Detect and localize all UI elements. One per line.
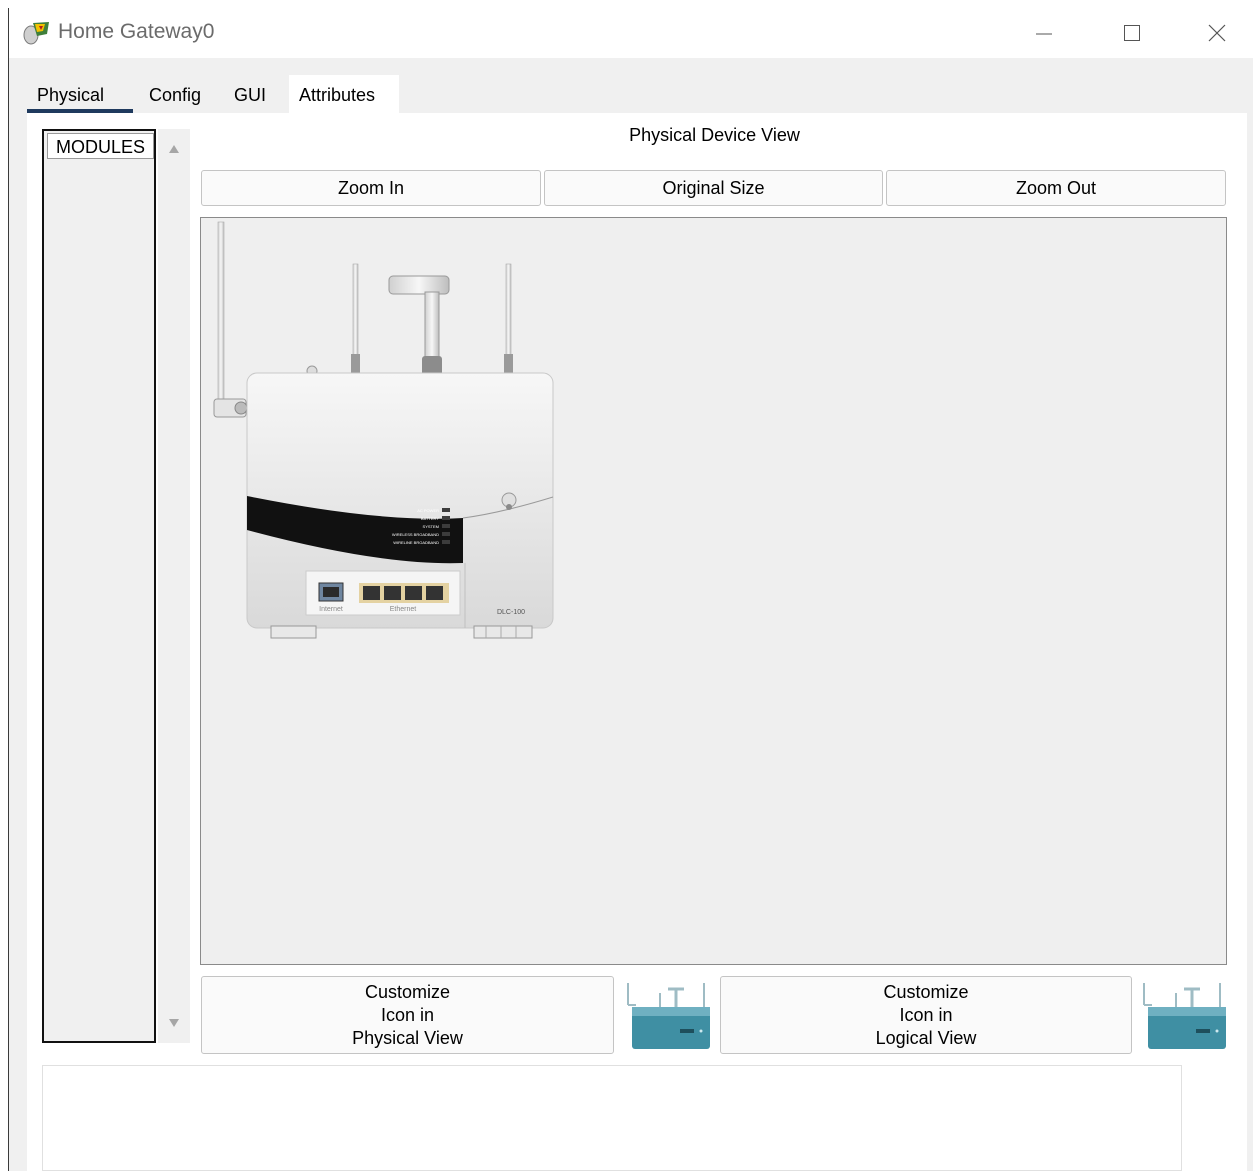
customize-physical-line1: Customize <box>364 981 451 1002</box>
home-gateway-icon <box>1143 983 1226 1049</box>
home-gateway-icon <box>627 983 710 1049</box>
zoom-out-button[interactable]: Zoom Out <box>886 170 1226 206</box>
modules-button[interactable]: MODULES <box>47 133 154 159</box>
home-gateway-device-image: AC POWER BATTERY SYSTEM WIRELESS BROADBA… <box>213 221 554 639</box>
triangle-down-icon <box>169 1019 179 1027</box>
modules-list[interactable]: MODULES <box>42 129 156 1043</box>
minimize-icon <box>1036 33 1052 35</box>
customize-physical-line2: Icon in <box>380 1004 435 1025</box>
scroll-down-button[interactable] <box>166 1015 182 1031</box>
original-size-button[interactable]: Original Size <box>544 170 883 206</box>
led-label: WIRELESS BROADBAND <box>392 532 439 537</box>
led-label: BATTERY <box>421 516 439 521</box>
triangle-up-icon <box>169 145 179 153</box>
title-bar: Home Gateway0 <box>9 8 1253 58</box>
customize-physical-icon-button[interactable]: Customize Icon in Physical View <box>201 976 614 1054</box>
tab-attributes[interactable]: Attributes <box>289 75 399 113</box>
device-window: Home Gateway0 Physical Config GUI Attrib… <box>8 8 1253 1171</box>
customize-logical-line1: Customize <box>883 981 969 1002</box>
port-ethernet-label: Ethernet <box>390 606 417 613</box>
close-icon <box>1208 24 1226 42</box>
physical-device-view-title: Physical Device View <box>629 125 800 145</box>
customize-logical-line3: Logical View <box>875 1027 977 1048</box>
port-internet-label: Internet <box>319 606 343 613</box>
zoom-in-button[interactable]: Zoom In <box>201 170 541 206</box>
customize-logical-icon-button[interactable]: Customize Icon in Logical View <box>720 976 1132 1054</box>
customize-logical-line2: Icon in <box>899 1004 953 1025</box>
tab-config[interactable]: Config <box>139 75 209 113</box>
led-label: SYSTEM <box>423 524 439 529</box>
description-box[interactable] <box>42 1065 1182 1171</box>
device-view-canvas[interactable]: AC POWER BATTERY SYSTEM WIRELESS BROADBA… <box>200 217 1227 965</box>
tab-gui[interactable]: GUI <box>224 75 276 113</box>
tab-physical[interactable]: Physical <box>27 75 133 113</box>
maximize-button[interactable] <box>1109 16 1155 50</box>
maximize-icon <box>1124 25 1140 41</box>
scroll-up-button[interactable] <box>166 141 182 157</box>
close-button[interactable] <box>1194 16 1240 50</box>
led-label: AC POWER <box>417 508 439 513</box>
packet-tracer-icon <box>23 22 49 45</box>
led-label: WIRELINE BROADBAND <box>393 540 439 545</box>
window-title: Home Gateway0 <box>58 20 215 43</box>
modules-scrollbar[interactable] <box>158 129 190 1043</box>
device-model-label: DLC-100 <box>497 609 525 616</box>
physical-panel: MODULES Physical Device View Zoom In Ori… <box>27 113 1247 1171</box>
minimize-button[interactable] <box>1021 16 1067 50</box>
customize-physical-line3: Physical View <box>352 1027 463 1048</box>
